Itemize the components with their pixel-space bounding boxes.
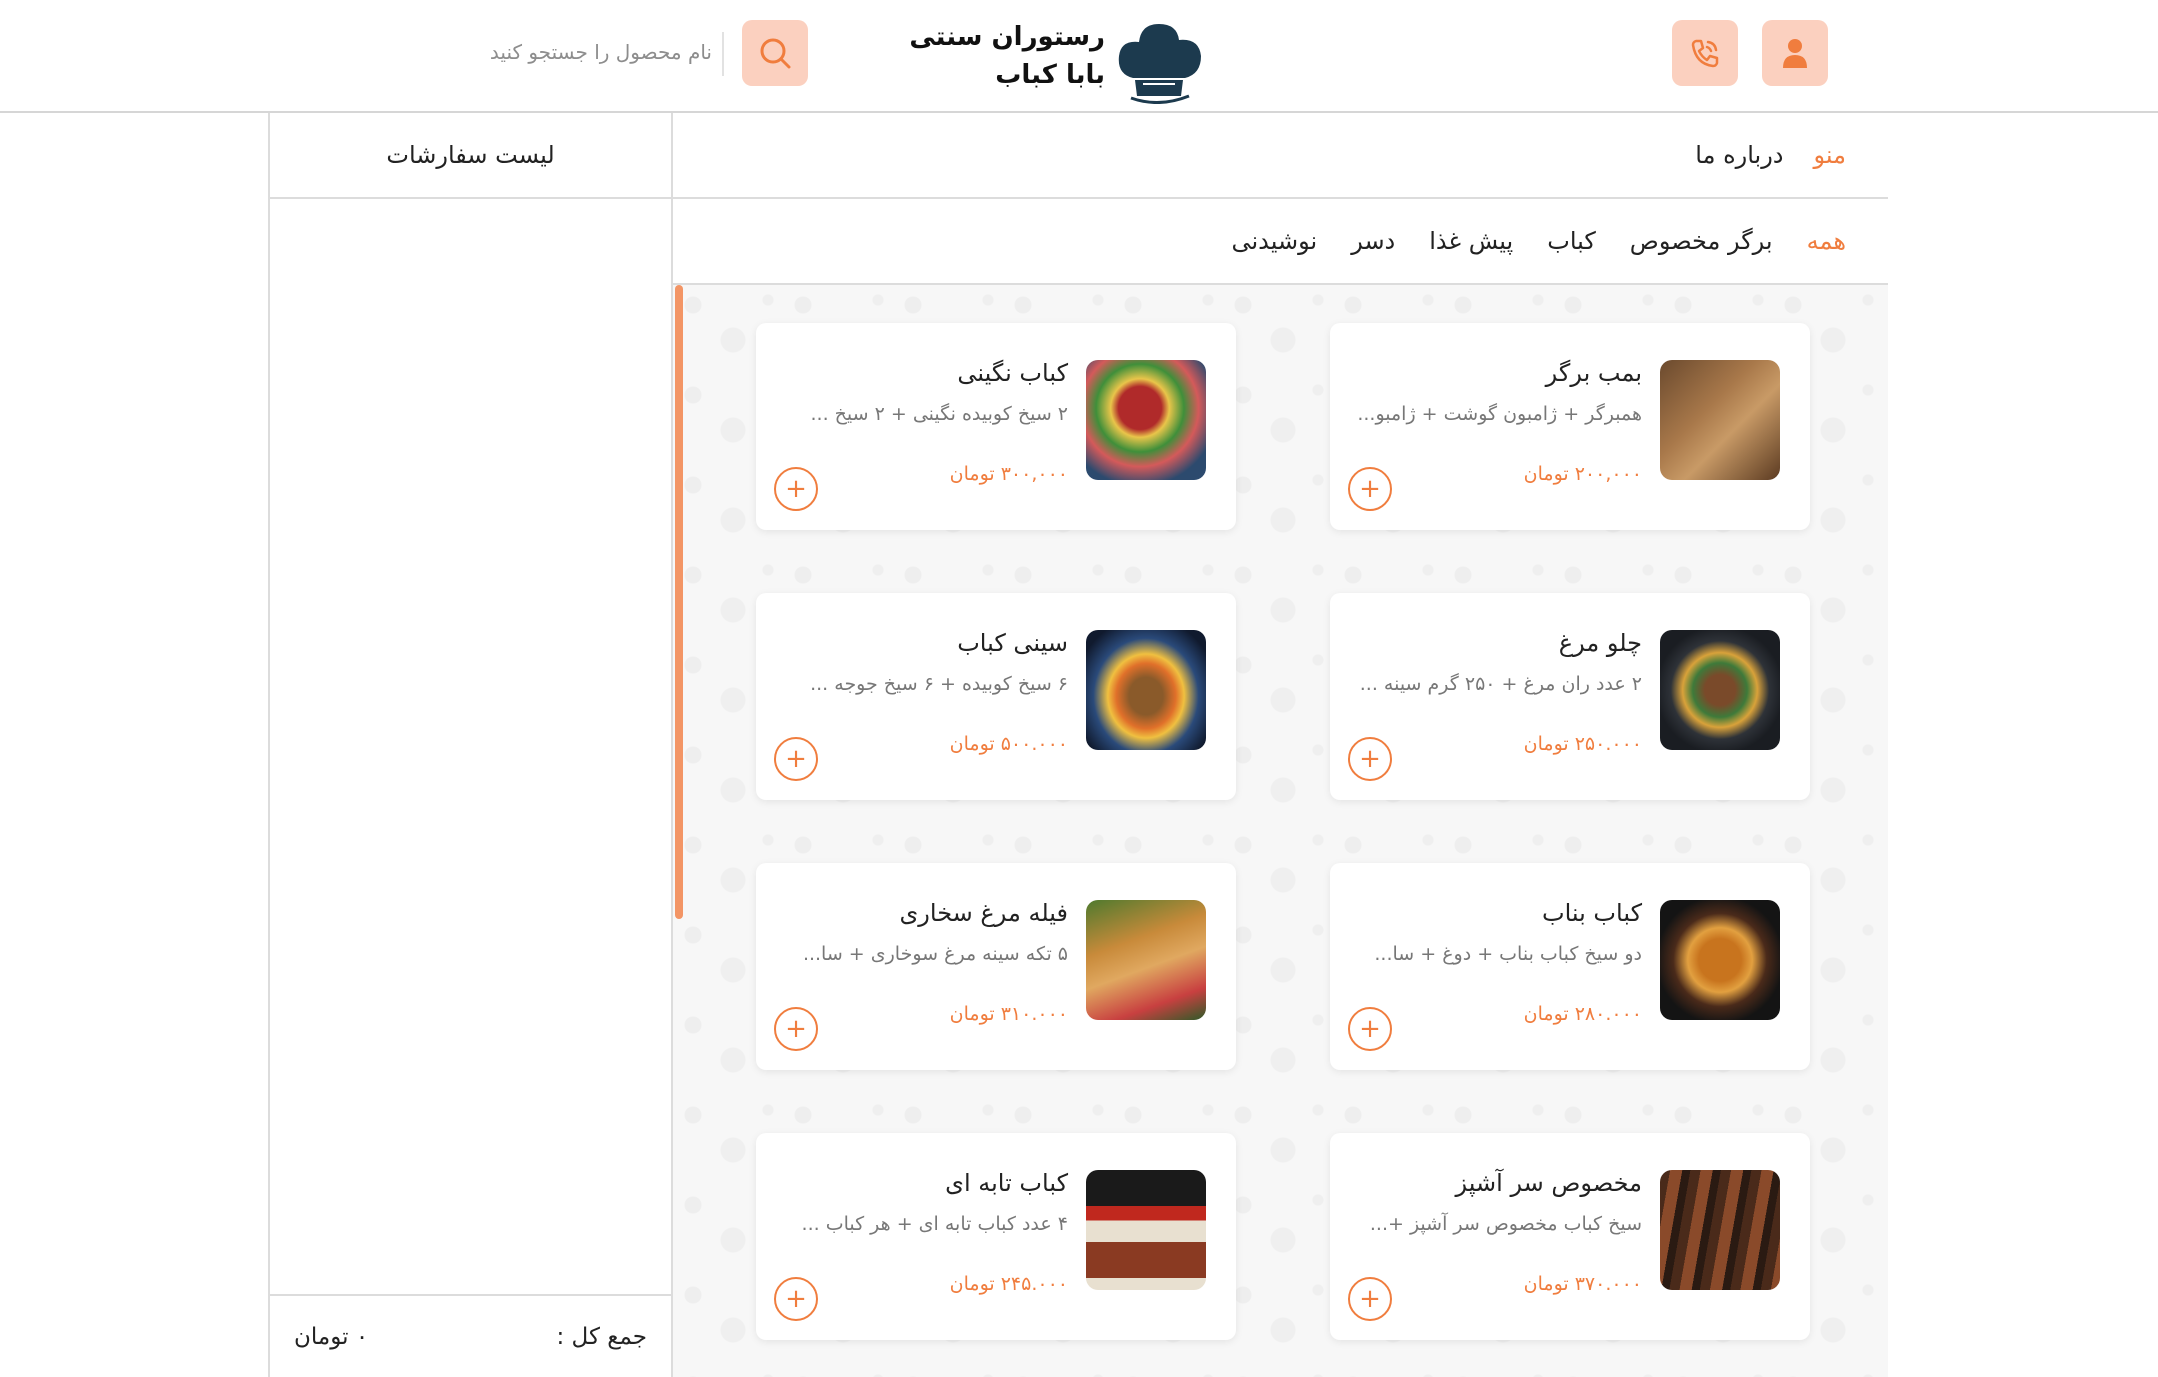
add-to-cart-button[interactable]: + (774, 1007, 818, 1051)
product-desc: ۲ سیخ کوبیده نگینی + ۲ سیخ ... (810, 403, 1069, 425)
nav-menu[interactable]: منو (1814, 141, 1847, 169)
add-to-cart-button[interactable]: + (1348, 1277, 1392, 1321)
product-image (1660, 900, 1780, 1020)
product-price: ۲۴۵.۰۰۰ تومان (949, 1273, 1068, 1295)
product-card[interactable]: سینی کباب ۶ سیخ کوبیده + ۶ سیخ جوجه ... … (756, 593, 1236, 800)
search-input[interactable] (430, 32, 712, 72)
tab-drinks[interactable]: نوشیدنی (1231, 227, 1317, 255)
product-price: ۲۰۰,۰۰۰ تومان (1523, 463, 1642, 485)
product-card[interactable]: فیله مرغ سخاری ۵ تکه سینه مرغ سوخاری + س… (756, 863, 1236, 1070)
tab-kebab[interactable]: کباب (1547, 227, 1596, 255)
nav-about[interactable]: درباره ما (1695, 141, 1783, 169)
add-to-cart-button[interactable]: + (1348, 737, 1392, 781)
order-panel: لیست سفارشات جمع کل : ۰ تومان (268, 113, 673, 1377)
product-name: چلو مرغ (1558, 629, 1642, 657)
product-price: ۲۸۰.۰۰۰ تومان (1523, 1003, 1642, 1025)
product-price: ۲۵۰.۰۰۰ تومان (1523, 733, 1642, 755)
tab-all[interactable]: همه (1807, 227, 1846, 255)
add-to-cart-button[interactable]: + (1348, 467, 1392, 511)
phone-button[interactable] (1672, 20, 1738, 86)
category-tabs: همه برگر مخصوص کباب پیش غذا دسر نوشیدنی (673, 199, 1888, 285)
product-list[interactable]: بمب برگر همبرگر + ژامبون گوشت + ژامبو...… (673, 285, 1888, 1377)
add-to-cart-button[interactable]: + (774, 1277, 818, 1321)
product-price: ۵۰۰.۰۰۰ تومان (949, 733, 1068, 755)
product-card[interactable]: کباب تابه ای ۴ عدد کباب تابه ای + هر کبا… (756, 1133, 1236, 1340)
logo[interactable]: رستوران سنتی بابا کباب (909, 18, 1205, 106)
product-card[interactable]: مخصوص سر آشپز سیخ کباب مخصوص سر آشپز +..… (1330, 1133, 1810, 1340)
top-nav: منو درباره ما (673, 113, 1888, 199)
product-desc: ۶ سیخ کوبیده + ۶ سیخ جوجه ... (810, 673, 1068, 695)
logo-line-2: بابا کباب (995, 60, 1105, 90)
chef-hat-icon (1118, 24, 1201, 104)
product-card[interactable]: کباب بناب دو سیخ کباب بناب + دوغ + سا...… (1330, 863, 1810, 1070)
product-price: ۳۱۰.۰۰۰ تومان (949, 1003, 1068, 1025)
add-to-cart-button[interactable]: + (774, 737, 818, 781)
tab-special-burger[interactable]: برگر مخصوص (1630, 227, 1773, 255)
product-image (1660, 1170, 1780, 1290)
search-icon (760, 38, 791, 69)
order-list-title: لیست سفارشات (270, 113, 671, 199)
search-button[interactable] (742, 20, 808, 86)
product-desc: ۲ عدد ران مرغ + ۲۵۰ گرم سینه ... (1359, 673, 1642, 695)
product-name: مخصوص سر آشپز (1455, 1169, 1642, 1197)
product-desc: دو سیخ کباب بناب + دوغ + سا... (1374, 943, 1642, 965)
product-card[interactable]: چلو مرغ ۲ عدد ران مرغ + ۲۵۰ گرم سینه ...… (1330, 593, 1810, 800)
user-icon (1783, 39, 1807, 68)
product-name: فیله مرغ سخاری (899, 899, 1069, 927)
product-desc: ۴ عدد کباب تابه ای + هر کباب ... (801, 1213, 1068, 1235)
scrollbar[interactable] (675, 285, 683, 919)
product-name: بمب برگر (1545, 359, 1642, 387)
product-image (1086, 360, 1206, 480)
add-to-cart-button[interactable]: + (1348, 1007, 1392, 1051)
logo-line-1: رستوران سنتی (909, 22, 1105, 52)
logo-text: رستوران سنتی بابا کباب (909, 18, 1105, 94)
phone-icon (1691, 39, 1719, 68)
add-to-cart-button[interactable]: + (774, 467, 818, 511)
main-area: منو درباره ما همه برگر مخصوص کباب پیش غذ… (673, 113, 1888, 1377)
order-total: جمع کل : ۰ تومان (270, 1294, 671, 1377)
tab-dessert[interactable]: دسر (1351, 227, 1395, 255)
product-desc: سیخ کباب مخصوص سر آشپز +... (1369, 1213, 1642, 1235)
product-card[interactable]: بمب برگر همبرگر + ژامبون گوشت + ژامبو...… (1330, 323, 1810, 530)
product-image (1660, 360, 1780, 480)
product-image (1086, 630, 1206, 750)
product-desc: ۵ تکه سینه مرغ سوخاری + سا... (802, 943, 1068, 965)
product-card[interactable]: کباب نگینی ۲ سیخ کوبیده نگینی + ۲ سیخ ..… (756, 323, 1236, 530)
product-name: سینی کباب (957, 629, 1068, 657)
product-desc: همبرگر + ژامبون گوشت + ژامبو... (1357, 403, 1642, 425)
product-price: ۳۰۰,۰۰۰ تومان (949, 463, 1068, 485)
product-price: ۳۷۰.۰۰۰ تومان (1523, 1273, 1642, 1295)
product-name: کباب تابه ای (945, 1169, 1068, 1197)
tab-appetizer[interactable]: پیش غذا (1429, 227, 1513, 255)
total-label: جمع کل : (556, 1323, 648, 1350)
product-image (1086, 900, 1206, 1020)
product-image (1660, 630, 1780, 750)
header: رستوران سنتی بابا کباب (0, 0, 2158, 113)
product-name: کباب بناب (1541, 899, 1642, 927)
total-value: ۰ تومان (294, 1323, 369, 1350)
product-image (1086, 1170, 1206, 1290)
product-name: کباب نگینی (957, 359, 1068, 387)
search-divider (722, 32, 724, 76)
user-button[interactable] (1762, 20, 1828, 86)
